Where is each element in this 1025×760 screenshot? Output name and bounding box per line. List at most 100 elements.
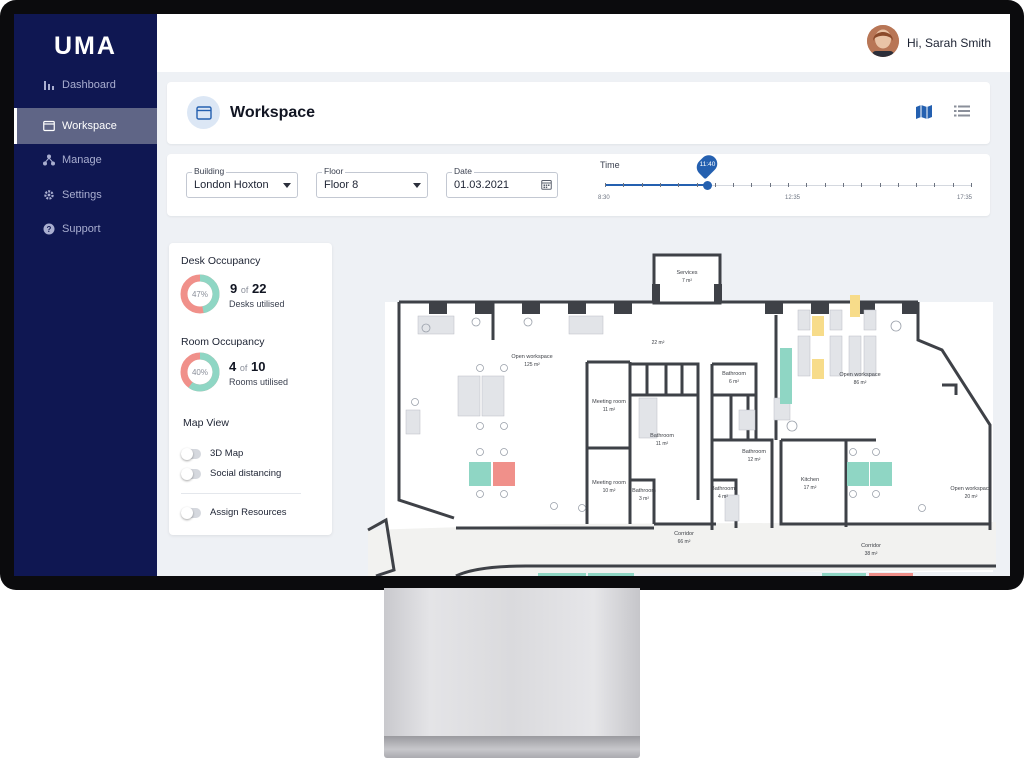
desk-occupied[interactable] (780, 348, 792, 404)
room-label: Open workspace (950, 486, 991, 492)
time-slider-tick (916, 183, 918, 187)
chevron-down-icon (413, 183, 421, 188)
room-label: Services (676, 270, 697, 276)
room-label: Bathroom (722, 371, 746, 377)
room-area: 22 m² (652, 340, 665, 346)
desk-occupancy-donut: 47% (179, 273, 221, 315)
sidebar-item-support[interactable]: ? Support (14, 211, 157, 247)
time-slider-tick (952, 183, 954, 187)
room-label: Meeting room (592, 399, 626, 405)
3d-map-toggle[interactable] (181, 448, 201, 460)
time-slider-tick (842, 183, 844, 187)
date-picker[interactable]: Date 01.03.2021 (446, 166, 558, 198)
time-slider-tick (641, 183, 643, 187)
time-tooltip-value: 11:40 (699, 161, 716, 168)
social-distancing-toggle[interactable] (181, 468, 201, 480)
desk-reserved[interactable] (869, 573, 913, 576)
desk-occupied[interactable] (847, 462, 869, 486)
desk-highlight[interactable] (812, 316, 824, 336)
services-room[interactable]: Services 7 m² (652, 253, 722, 305)
floor-label: Floor (322, 166, 346, 176)
room-label: Open workspace (839, 372, 880, 378)
time-slider-tick (769, 183, 771, 187)
room-label: Bathroom (742, 449, 766, 455)
time-slider-tick (623, 183, 625, 187)
desk-percent-label: 47% (192, 290, 208, 299)
desk-occupied[interactable] (870, 462, 892, 486)
social-distancing-label: Social distancing (210, 468, 282, 479)
sidebar-item-label: Manage (62, 154, 102, 166)
user-greeting[interactable]: Hi, Sarah Smith (907, 36, 991, 50)
room-of: of (239, 363, 248, 373)
divider (181, 493, 301, 494)
room-label: Open workspace (511, 354, 552, 360)
room-area: 3 m² (639, 496, 649, 502)
map-view-icon[interactable] (915, 104, 933, 122)
sidebar-item-workspace[interactable]: Workspace (14, 108, 157, 144)
desk-occupancy-title: Desk Occupancy (181, 255, 261, 267)
building-select[interactable]: Building London Hoxton (186, 166, 298, 198)
time-slider-handle[interactable] (702, 181, 712, 190)
floor-plan[interactable]: Services 7 m² Open workspace 125 m² 22 m… (356, 240, 1010, 576)
assign-resources-toggle[interactable] (181, 507, 201, 519)
sidebar-item-label: Support (62, 223, 101, 235)
calendar-icon[interactable] (541, 179, 552, 193)
desk-occupied[interactable] (588, 573, 634, 576)
page-header: Workspace (167, 82, 990, 144)
room-area: 12 m² (748, 457, 761, 463)
room-area: 11 m² (603, 407, 616, 413)
desk-total: 22 (252, 281, 267, 296)
sidebar-item-manage[interactable]: Manage (14, 142, 157, 178)
app-logo[interactable]: UMA (54, 32, 117, 61)
toggle-knob (181, 507, 193, 519)
window-icon (42, 119, 56, 133)
room-percent-label: 40% (192, 368, 208, 377)
building-value: London Hoxton (194, 179, 269, 191)
filter-bar: Building London Hoxton Floor Floor 8 Dat… (167, 151, 990, 216)
room-area: 38 m² (865, 551, 878, 557)
time-label: Time (600, 160, 620, 170)
desk-caption: Desks utilised (229, 299, 285, 309)
help-icon: ? (42, 222, 56, 236)
time-slider-tick (897, 183, 899, 187)
desk-highlight[interactable] (812, 359, 824, 379)
page-title: Workspace (230, 104, 316, 121)
avatar[interactable] (867, 25, 899, 57)
room-label: Corridor (674, 531, 694, 537)
date-label: Date (452, 166, 474, 176)
svg-text:?: ? (47, 225, 52, 234)
sidebar-item-settings[interactable]: Settings (14, 177, 157, 213)
time-slider-tick (605, 183, 606, 187)
room-label: Kitchen (801, 477, 819, 483)
floor-select[interactable]: Floor Floor 8 (316, 166, 428, 198)
time-mark-start: 8:30 (598, 195, 610, 201)
floor-value: Floor 8 (324, 179, 359, 191)
room-area: 66 m² (678, 539, 691, 545)
desk-count: 9 of 22 (230, 281, 266, 296)
desk-occupied[interactable] (822, 573, 866, 576)
top-bar: Hi, Sarah Smith (157, 14, 1010, 72)
map-view-title: Map View (183, 417, 229, 429)
building-label: Building (192, 166, 227, 176)
desk-occupied[interactable] (538, 573, 586, 576)
time-slider-tick (824, 183, 826, 187)
room-area: 17 m² (804, 485, 817, 491)
toggle-knob (181, 468, 193, 480)
monitor-stand-base (384, 736, 640, 758)
time-slider-tick (971, 183, 972, 187)
room-occupancy-donut: 40% (179, 351, 221, 393)
desk-of: of (240, 285, 249, 295)
sidebar-item-dashboard[interactable]: Dashboard (14, 67, 157, 103)
room-area: 11 m² (656, 441, 669, 447)
desk-occupied[interactable] (469, 462, 491, 486)
room-area: 4 m² (718, 494, 728, 500)
time-slider-fill (605, 184, 708, 186)
gear-icon (42, 188, 56, 202)
desk-reserved[interactable] (493, 462, 515, 486)
room-used: 4 (229, 359, 237, 374)
bar-chart-icon (42, 78, 56, 92)
time-slider-tick (934, 183, 936, 187)
occupancy-panel: Desk Occupancy 47% 9 of 22 Desks utilise… (169, 243, 332, 535)
room-area: 86 m² (854, 380, 867, 386)
list-view-icon[interactable] (953, 104, 971, 122)
